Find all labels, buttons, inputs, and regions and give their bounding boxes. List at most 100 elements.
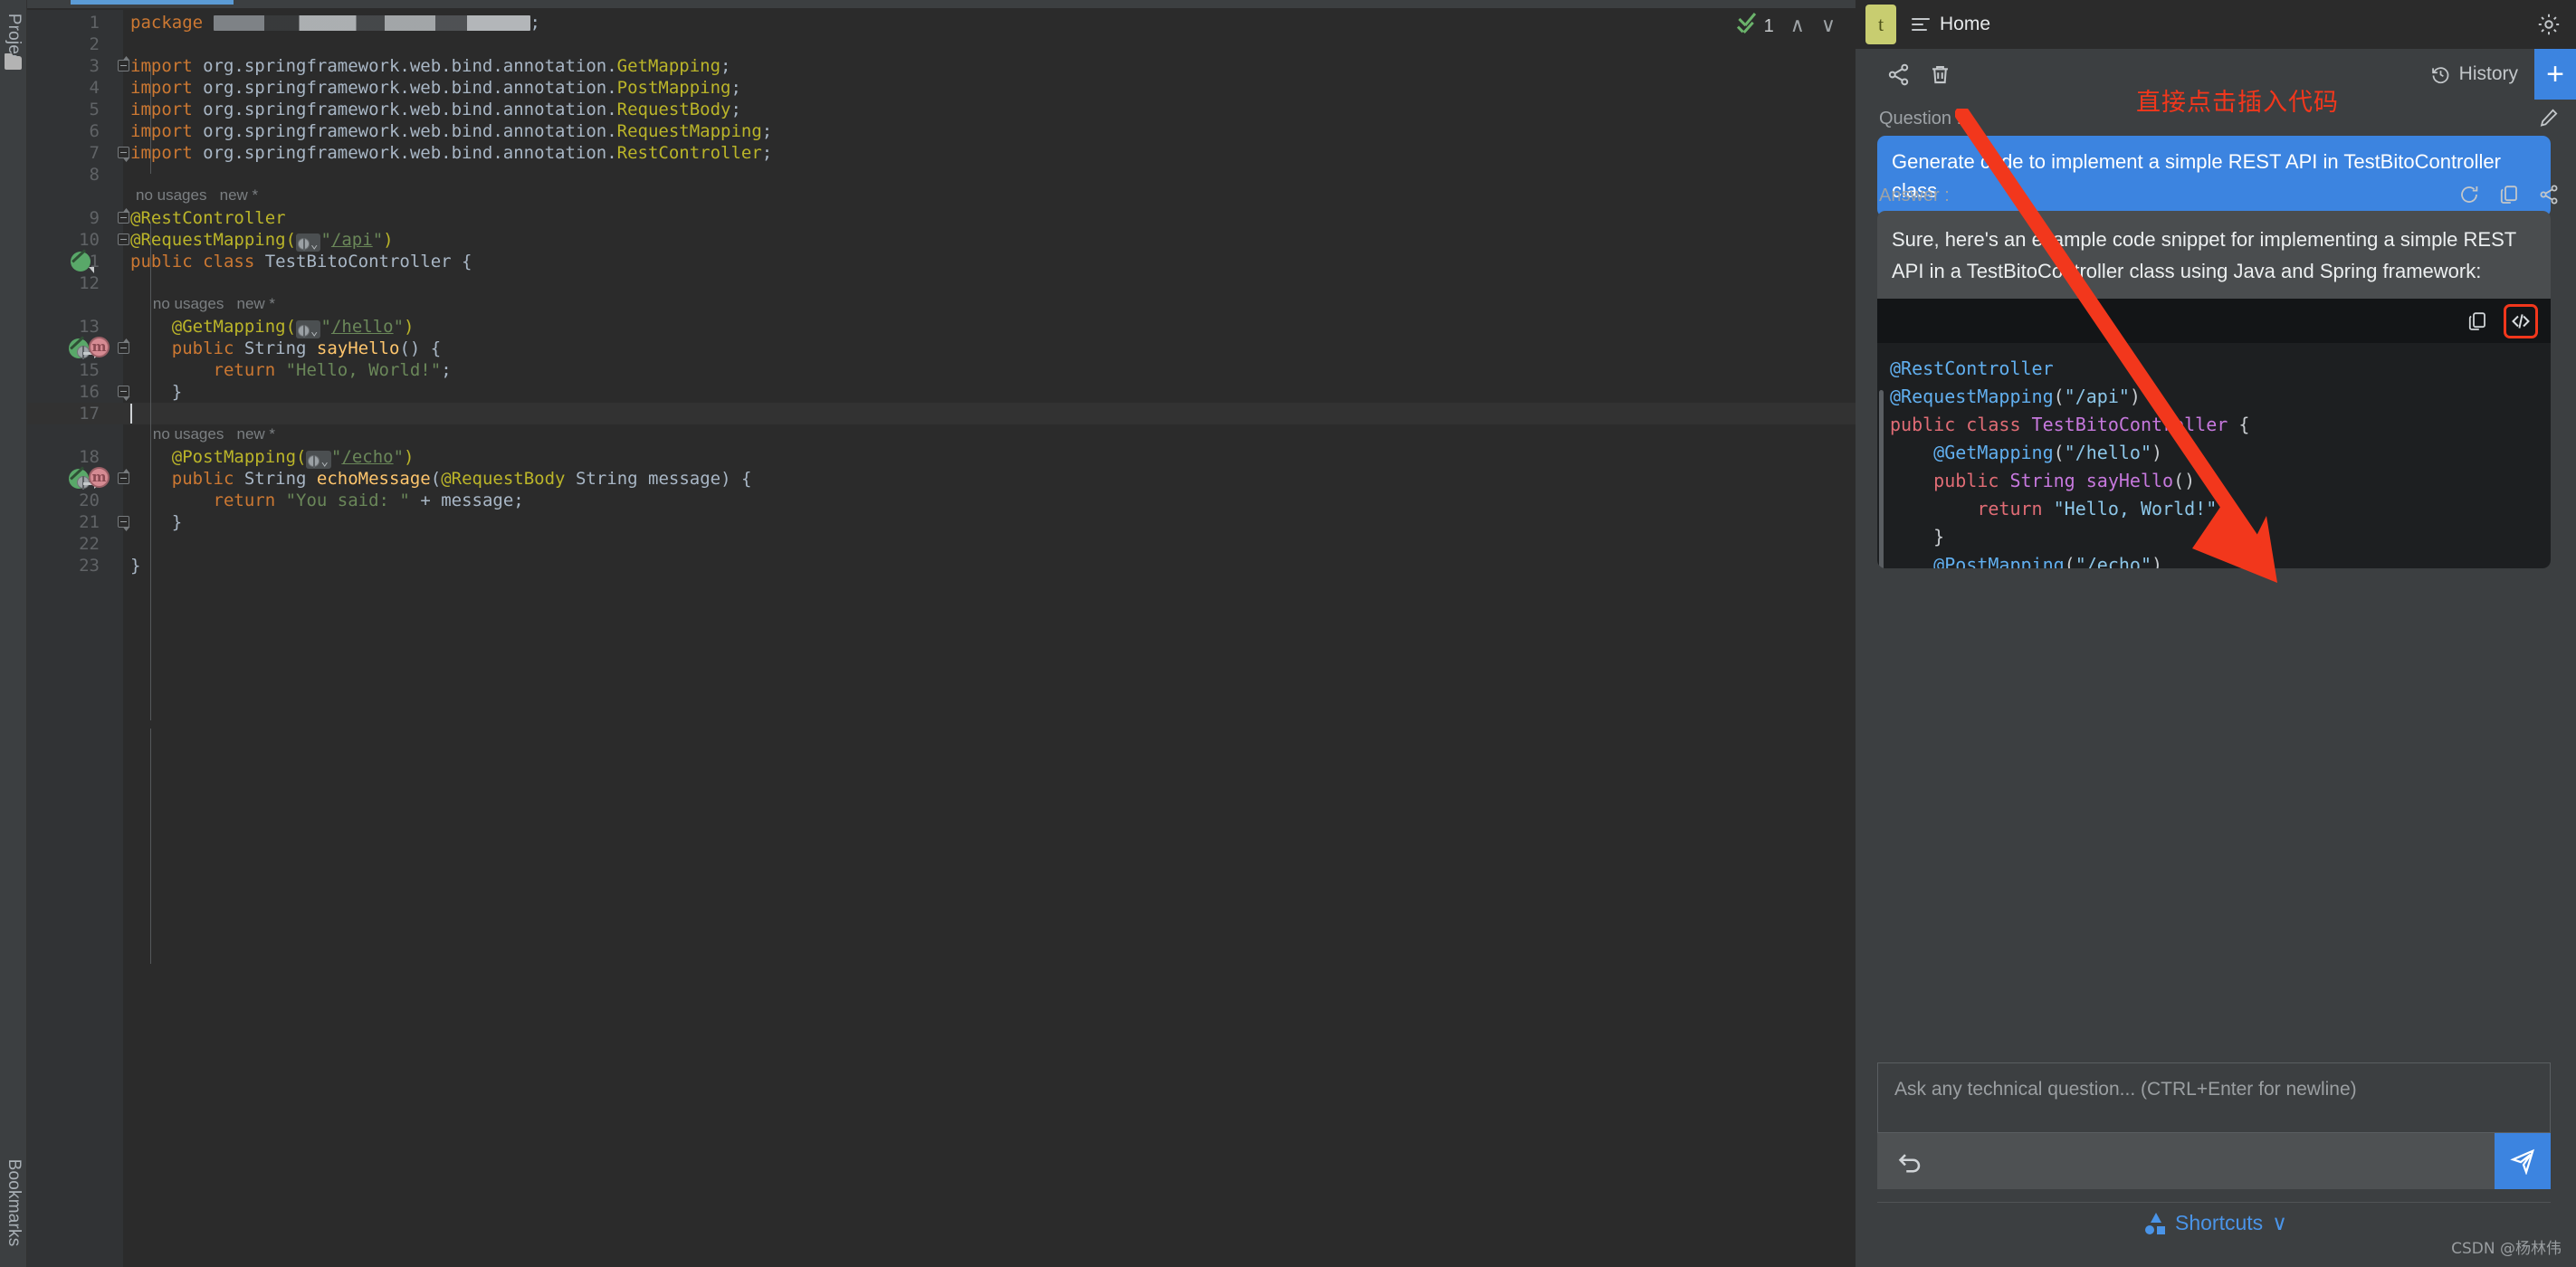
regenerate-icon [2461, 186, 2478, 203]
code-editor: 1 package ; 2 3 import org.springframework.w… [27, 0, 1856, 1267]
search-input-placeholder: Ask any technical question... (CTRL+Ente… [1894, 1079, 2357, 1100]
code-insert-icon [2512, 313, 2530, 329]
history-clock-icon [2431, 66, 2449, 83]
code-line: public String echoMessage(@RequestBody S… [171, 469, 752, 489]
chevron-down-icon: ∨ [2272, 1211, 2287, 1234]
globe-dropdown-icon[interactable]: ⌄ [296, 233, 321, 252]
copy-icon [2468, 311, 2485, 330]
code-line: @RequestMapping(⌄ "/api") [130, 230, 394, 252]
history-label: History [2458, 63, 2518, 84]
line-number: 12 [79, 273, 100, 293]
watermark: CSDN @杨林伟 [2451, 1240, 2562, 1258]
code-line: @PostMapping(⌄ "/echo") [171, 447, 415, 469]
code-line: return "You said: " + message; [213, 491, 524, 510]
insert-code-button[interactable] [2504, 303, 2538, 338]
line-number: 22 [79, 534, 100, 554]
line-number: 17 [79, 404, 100, 424]
code-block-scrollbar[interactable] [1879, 390, 1884, 568]
menu-bars-icon[interactable] [1912, 17, 1930, 32]
shortcuts-label: Shortcuts [2175, 1211, 2264, 1234]
folder-icon[interactable] [5, 53, 22, 70]
editor-gutter[interactable] [27, 10, 123, 1267]
regenerate-button[interactable] [2458, 184, 2480, 210]
code-line: } [130, 556, 141, 576]
panel-header: t Home [1856, 0, 2576, 49]
code-line: public class TestBitoController { [130, 252, 472, 272]
fold-rail-line [150, 223, 151, 720]
code-line: public String sayHello() { [171, 338, 442, 358]
code-line: } [171, 512, 183, 532]
code-line: import org.springframework.web.bind.anno… [130, 78, 741, 98]
code-block-line: public String sayHello() { [1933, 470, 2218, 491]
code-block-line: public class TestBitoController { [1890, 414, 2250, 435]
code-hint: no usages new * [136, 425, 276, 443]
prev-problem-chevron-up-icon[interactable]: ∧ [1790, 16, 1805, 36]
copy-answer-button[interactable] [2498, 184, 2520, 210]
shortcuts-icon [2144, 1212, 2166, 1234]
code-line: import org.springframework.web.bind.anno… [130, 143, 773, 163]
delete-chat-button[interactable] [1919, 57, 1961, 91]
app-root: Project Bookmarks 1 package ; 2 3 import org… [0, 0, 2576, 1267]
current-line-highlight [27, 403, 1856, 424]
share-icon [2540, 185, 2558, 205]
panel-tab-badge[interactable]: t [1856, 0, 1906, 49]
code-block-line: @RequestMapping("/api") [1890, 386, 2141, 407]
panel-title-group: Home [1906, 0, 1990, 49]
inspection-widget[interactable]: 1 ∧ ∨ [1684, 10, 1856, 43]
pencil-icon [2540, 109, 2558, 127]
code-line: import org.springframework.web.bind.anno… [130, 56, 731, 76]
input-action-bar [1877, 1133, 2551, 1189]
settings-button[interactable] [2522, 0, 2576, 49]
plus-icon: + [2546, 56, 2564, 91]
copy-icon [2500, 186, 2517, 204]
redacted-package-name [213, 15, 530, 31]
fold-rail-line [150, 65, 151, 174]
undo-button[interactable] [1877, 1148, 1942, 1175]
next-problem-chevron-down-icon[interactable]: ∨ [1821, 16, 1836, 36]
line-number: 2 [89, 34, 100, 54]
code-line: } [171, 382, 183, 402]
code-block-toolbar [1877, 299, 2551, 343]
history-button[interactable]: History [2430, 63, 2534, 85]
gear-icon [2538, 14, 2560, 35]
share-chat-button[interactable] [1877, 57, 1919, 91]
code-line: @GetMapping(⌄ "/hello") [171, 317, 415, 338]
share-answer-button[interactable] [2538, 184, 2560, 210]
answer-code-block: @RestController @RequestMapping("/api") pu… [1877, 299, 2551, 568]
code-line: @RestController [130, 208, 286, 228]
code-block-lines: @RestController @RequestMapping("/api") pu… [1890, 355, 2551, 568]
question-input-wrapper[interactable]: Ask any technical question... (CTRL+Ente… [1877, 1062, 2551, 1133]
header-spacer [1990, 0, 2522, 49]
ai-assistant-panel: t Home History + 直接点击插入代码 Question: Gen… [1856, 0, 2576, 1267]
annotation-text-cn: 直接点击插入代码 [2136, 89, 2339, 117]
answer-actions [2458, 184, 2560, 210]
code-hint: no usages new * [136, 186, 259, 204]
package-declaration-line: package ; [130, 13, 540, 33]
globe-dropdown-icon[interactable]: ⌄ [306, 451, 331, 469]
editor-text-area[interactable] [123, 10, 1856, 1267]
code-block-line: return "Hello, World!"; [1977, 498, 2228, 519]
new-chat-button[interactable]: + [2534, 49, 2576, 100]
globe-dropdown-icon[interactable]: ⌄ [296, 320, 321, 338]
fold-rail [123, 10, 124, 1267]
shortcuts-button[interactable]: Shortcuts ∨ [1856, 1211, 2576, 1235]
answer-label: Answer : [1879, 186, 1950, 205]
code-line: return "Hello, World!"; [213, 360, 452, 380]
panel-divider [1877, 1202, 2551, 1203]
copy-code-button[interactable] [2462, 306, 2493, 337]
page-title: Home [1940, 14, 1991, 34]
inspection-count: 1 [1763, 15, 1774, 36]
edit-question-button[interactable] [2538, 107, 2560, 129]
share-icon [1888, 63, 1908, 85]
trash-icon [1932, 65, 1948, 83]
code-block-body[interactable]: @RestController @RequestMapping("/api") pu… [1877, 343, 2551, 568]
send-button[interactable] [2495, 1133, 2551, 1189]
question-label: Question : [1879, 109, 1962, 129]
inspection-status[interactable]: 1 [1737, 16, 1774, 37]
code-line: import org.springframework.web.bind.anno… [130, 100, 741, 119]
active-tab-underline [71, 0, 234, 5]
check-icon [1737, 17, 1759, 35]
tool-window-bookmarks[interactable]: Bookmarks [4, 1159, 24, 1247]
code-block-line: @PostMapping("/echo") [1933, 554, 2163, 568]
answer-text: Sure, here's an example code snippet for… [1892, 228, 2516, 282]
